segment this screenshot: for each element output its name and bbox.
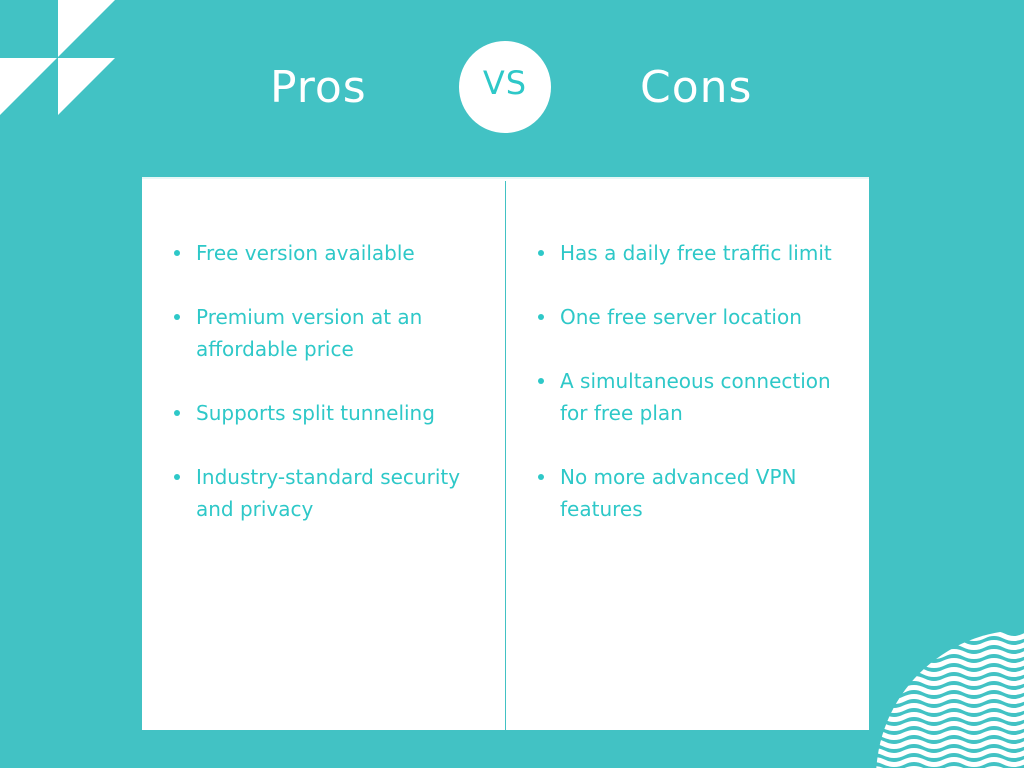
triangle-pattern-decoration <box>0 0 115 115</box>
wave-line <box>876 730 1024 740</box>
bullet-icon <box>174 314 180 320</box>
wave-line <box>876 685 1024 695</box>
wave-line <box>876 712 1024 722</box>
wave-line <box>876 703 1024 713</box>
wave-line <box>876 640 1024 650</box>
triangle-mid-left <box>0 58 57 115</box>
bullet-icon <box>538 250 544 256</box>
wave-line <box>876 739 1024 749</box>
comparison-card: Free version available Premium version a… <box>142 177 869 730</box>
wave-line <box>876 694 1024 704</box>
bullet-icon <box>538 378 544 384</box>
pros-column: Free version available Premium version a… <box>174 237 494 557</box>
pros-heading: Pros <box>270 62 367 113</box>
cons-list-item: A simultaneous connection for free plan <box>538 365 858 429</box>
cons-list-item: Has a daily free traffic limit <box>538 237 858 269</box>
wave-line <box>876 748 1024 758</box>
triangle-top-right <box>58 0 115 57</box>
wave-line <box>876 721 1024 731</box>
wave-line <box>876 658 1024 668</box>
bullet-icon <box>174 250 180 256</box>
pros-list: Free version available Premium version a… <box>174 237 494 525</box>
wave-pattern-decoration <box>876 631 1024 768</box>
wave-line <box>876 676 1024 686</box>
wave-line <box>876 667 1024 677</box>
column-divider <box>505 181 506 730</box>
cons-list-item: One free server location <box>538 301 858 333</box>
bullet-icon <box>174 410 180 416</box>
bullet-icon <box>538 474 544 480</box>
bullet-icon <box>174 474 180 480</box>
cons-list-item: No more advanced VPN features <box>538 461 858 525</box>
pros-list-item: Premium version at an affordable price <box>174 301 494 365</box>
pros-list-item: Supports split tunneling <box>174 397 494 429</box>
cons-heading: Cons <box>640 62 753 113</box>
wave-line <box>876 757 1024 767</box>
pros-list-item: Industry-standard security and privacy <box>174 461 494 525</box>
bullet-icon <box>538 314 544 320</box>
vs-badge: VS <box>459 41 551 133</box>
wave-line <box>876 649 1024 659</box>
cons-list: Has a daily free traffic limit One free … <box>538 237 858 525</box>
triangle-bottom-right <box>58 58 115 115</box>
cons-column: Has a daily free traffic limit One free … <box>538 237 858 557</box>
vs-label: VS <box>482 64 528 102</box>
wave-line <box>876 631 1024 641</box>
pros-list-item: Free version available <box>174 237 494 269</box>
